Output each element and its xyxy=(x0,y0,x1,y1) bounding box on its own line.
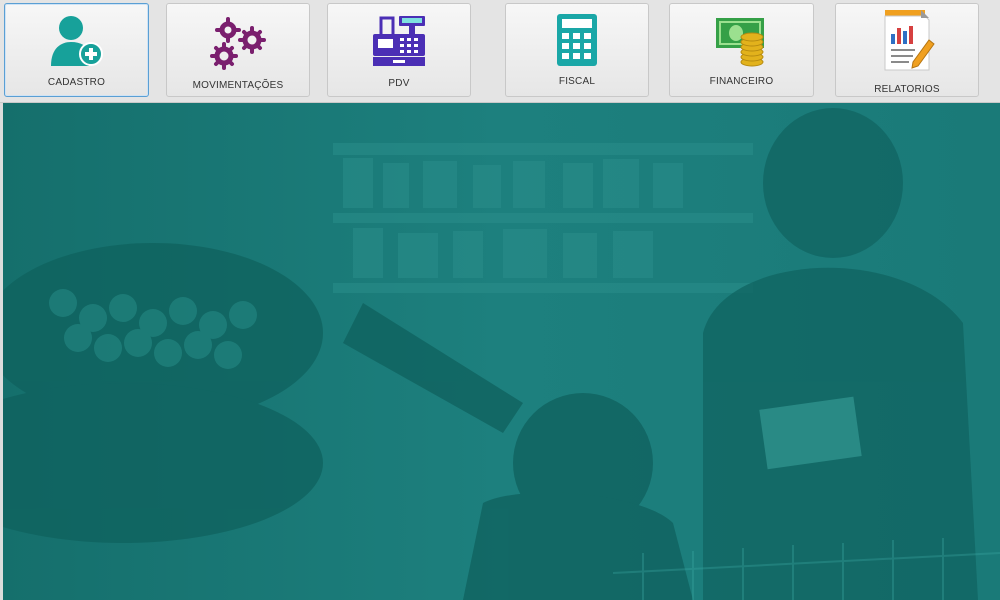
report-icon xyxy=(884,10,935,71)
money-coins-icon xyxy=(715,18,764,67)
relatorios-button[interactable]: RELATORIOS xyxy=(835,3,979,97)
pdv-button[interactable]: PDV xyxy=(327,3,471,97)
movimentacoes-label: MOVIMENTAÇÕES xyxy=(192,80,284,91)
calculator-icon xyxy=(557,14,597,66)
main-background xyxy=(3,103,1000,600)
fiscal-button[interactable]: FISCAL xyxy=(505,3,649,97)
relatorios-label: RELATORIOS xyxy=(874,84,940,95)
user-add-icon xyxy=(50,16,103,66)
movimentacoes-button[interactable]: MOVIMENTAÇÕES xyxy=(166,3,310,97)
gears-icon xyxy=(210,17,266,70)
financeiro-button[interactable]: FINANCEIRO xyxy=(669,3,814,97)
cash-register-icon xyxy=(373,16,425,66)
supermarket-background-image xyxy=(3,103,1000,600)
cadastro-label: CADASTRO xyxy=(47,77,106,88)
fiscal-label: FISCAL xyxy=(558,76,596,87)
pdv-label: PDV xyxy=(388,78,410,89)
financeiro-label: FINANCEIRO xyxy=(709,76,774,87)
main-toolbar: CADASTRO MOVIMENTAÇÕES PDV FISCAL FINANC… xyxy=(0,0,1000,103)
cadastro-button[interactable]: CADASTRO xyxy=(4,3,149,97)
